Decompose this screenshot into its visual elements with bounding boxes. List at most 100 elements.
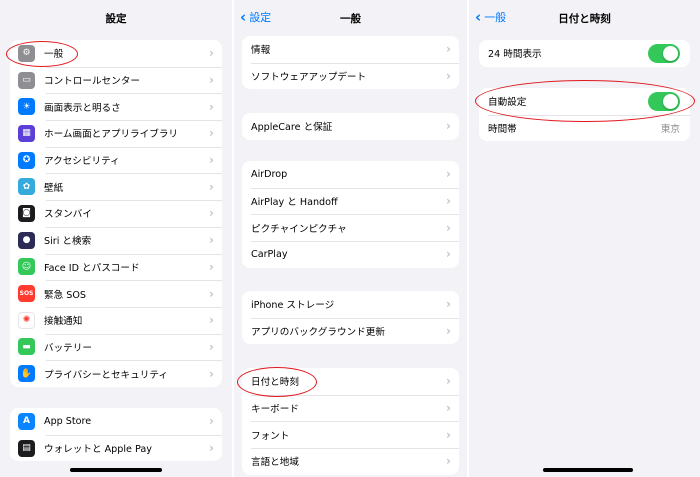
chevron-right-icon: › — [209, 259, 214, 274]
general-navbar: ‹ 設定 一般 — [234, 0, 467, 34]
settings-item-label: スタンバイ — [44, 209, 92, 221]
general-item-software-update[interactable]: ソフトウェアアップデート › — [242, 62, 459, 90]
general-item-date-time[interactable]: 日付と時刻 › — [242, 368, 459, 395]
general-item-label: iPhone ストレージ — [251, 300, 335, 312]
grid-icon: ▦ — [18, 124, 35, 142]
settings-navbar: 設定 — [0, 0, 232, 34]
general-item-carplay[interactable]: CarPlay › — [242, 241, 459, 268]
siri-icon: ● — [18, 231, 35, 249]
exposure-icon: ✺ — [18, 311, 35, 329]
settings-item-display[interactable]: ☀ 画面表示と明るさ › — [10, 93, 222, 120]
general-item-label: アプリのバックグラウンド更新 — [251, 327, 385, 339]
general-group-applecare: AppleCare と保証 › — [242, 113, 459, 140]
flower-icon: ✿ — [18, 178, 35, 196]
date-time-auto-group: 自動設定 時間帯 東京 — [479, 88, 690, 142]
battery-icon: ▬ — [18, 338, 35, 356]
settings-item-label: 緊急 SOS — [44, 289, 86, 301]
app-store-icon: A — [18, 412, 35, 430]
settings-item-label: 壁紙 — [44, 182, 64, 194]
settings-item-accessibility[interactable]: ✪ アクセシビリティ › — [10, 146, 222, 174]
twenty-four-hour-toggle[interactable] — [648, 43, 680, 63]
auto-set-label: 自動設定 — [488, 97, 527, 109]
chevron-right-icon: › — [209, 73, 214, 88]
chevron-right-icon: › — [446, 119, 451, 134]
gear-icon: ⚙ — [18, 44, 35, 62]
general-item-background-refresh[interactable]: アプリのバックグラウンド更新 › — [242, 317, 459, 345]
toggle-knob — [663, 45, 678, 61]
general-item-label: ピクチャインピクチャ — [251, 223, 347, 235]
general-title: 一般 — [340, 13, 361, 25]
date-time-format-group: 24 時間表示 — [479, 40, 690, 67]
general-item-fonts[interactable]: フォント › — [242, 421, 459, 448]
twenty-four-hour-row: 24 時間表示 — [479, 40, 690, 67]
settings-item-home-screen[interactable]: ▦ ホーム画面とアプリライブラリ › — [10, 120, 222, 147]
settings-item-label: Face ID とパスコード — [44, 262, 140, 274]
settings-item-label: 画面表示と明るさ — [44, 102, 121, 114]
auto-set-toggle[interactable] — [648, 91, 680, 111]
time-zone-row[interactable]: 時間帯 東京 — [479, 114, 690, 142]
general-item-pip[interactable]: ピクチャインピクチャ › — [242, 214, 459, 241]
chevron-right-icon: › — [209, 414, 214, 429]
chevron-right-icon: › — [446, 42, 451, 57]
settings-item-label: 接触通知 — [44, 316, 83, 328]
chevron-right-icon: › — [209, 441, 214, 456]
settings-item-general[interactable]: ⚙ 一般 › — [10, 40, 222, 67]
face-id-icon: ☺ — [18, 258, 35, 276]
settings-item-label: アクセシビリティ — [44, 156, 120, 168]
general-item-about[interactable]: 情報 › — [242, 36, 459, 63]
general-item-applecare[interactable]: AppleCare と保証 › — [242, 113, 459, 140]
general-group-about: 情報 › ソフトウェアアップデート › — [242, 36, 459, 90]
toggle-knob — [663, 93, 678, 109]
hand-icon: ✋ — [18, 365, 35, 383]
settings-item-battery[interactable]: ▬ バッテリー › — [10, 333, 222, 361]
settings-item-label: バッテリー — [44, 342, 92, 354]
general-item-label: ソフトウェアアップデート — [251, 72, 367, 84]
date-time-panel: ‹ 一般 日付と時刻 24 時間表示 自動設定 時間帯 東京 — [469, 0, 700, 477]
chevron-right-icon: › — [209, 313, 214, 328]
general-item-label: CarPlay — [251, 248, 288, 260]
home-indicator[interactable] — [543, 468, 633, 472]
settings-item-face-id[interactable]: ☺ Face ID とパスコード › — [10, 253, 222, 281]
settings-item-label: App Store — [44, 415, 92, 427]
time-zone-label: 時間帯 — [488, 124, 517, 136]
sos-icon: SOS — [18, 285, 35, 303]
settings-main-group: ⚙ 一般 › ▭ コントロールセンター › ☀ 画面表示と明るさ › ▦ ホーム… — [10, 40, 222, 387]
general-panel: ‹ 設定 一般 情報 › ソフトウェアアップデート › AppleCare と保… — [234, 0, 467, 477]
chevron-right-icon: › — [209, 206, 214, 221]
chevron-right-icon: › — [446, 167, 451, 182]
standby-icon: ◙ — [18, 204, 35, 222]
general-item-label: 日付と時刻 — [251, 377, 299, 389]
settings-item-privacy[interactable]: ✋ プライバシーとセキュリティ › — [10, 360, 222, 387]
wallet-icon: ▤ — [18, 439, 35, 457]
settings-item-exposure[interactable]: ✺ 接触通知 › — [10, 306, 222, 334]
settings-item-app-store[interactable]: A App Store › — [10, 408, 222, 435]
chevron-right-icon: › — [209, 339, 214, 354]
general-item-storage[interactable]: iPhone ストレージ › — [242, 291, 459, 318]
general-item-label: 情報 — [251, 45, 271, 57]
chevron-right-icon: › — [446, 454, 451, 469]
home-indicator[interactable] — [70, 468, 162, 472]
general-item-label: AirDrop — [251, 168, 288, 180]
accessibility-icon: ✪ — [18, 151, 35, 169]
settings-store-group: A App Store › ▤ ウォレットと Apple Pay › — [10, 408, 222, 462]
general-item-language-region[interactable]: 言語と地域 › — [242, 448, 459, 475]
chevron-right-icon: › — [446, 324, 451, 339]
general-item-airplay[interactable]: AirPlay と Handoff › — [242, 187, 459, 215]
chevron-right-icon: › — [209, 366, 214, 381]
chevron-right-icon: › — [446, 69, 451, 84]
general-item-label: フォント — [251, 430, 290, 442]
general-item-label: AppleCare と保証 — [251, 122, 333, 134]
settings-item-control-center[interactable]: ▭ コントロールセンター › — [10, 66, 222, 94]
settings-item-wallet[interactable]: ▤ ウォレットと Apple Pay › — [10, 434, 222, 462]
chevron-right-icon: › — [446, 194, 451, 209]
settings-item-wallpaper[interactable]: ✿ 壁紙 › — [10, 173, 222, 200]
chevron-right-icon: › — [209, 233, 214, 248]
settings-item-sos[interactable]: SOS 緊急 SOS › — [10, 280, 222, 307]
sun-icon: ☀ — [18, 98, 35, 116]
settings-item-standby[interactable]: ◙ スタンバイ › — [10, 200, 222, 227]
general-item-keyboard[interactable]: キーボード › — [242, 394, 459, 422]
chevron-right-icon: › — [209, 46, 214, 61]
settings-item-siri[interactable]: ● Siri と検索 › — [10, 226, 222, 254]
general-item-airdrop[interactable]: AirDrop › — [242, 161, 459, 188]
settings-item-label: 一般 — [44, 49, 64, 61]
